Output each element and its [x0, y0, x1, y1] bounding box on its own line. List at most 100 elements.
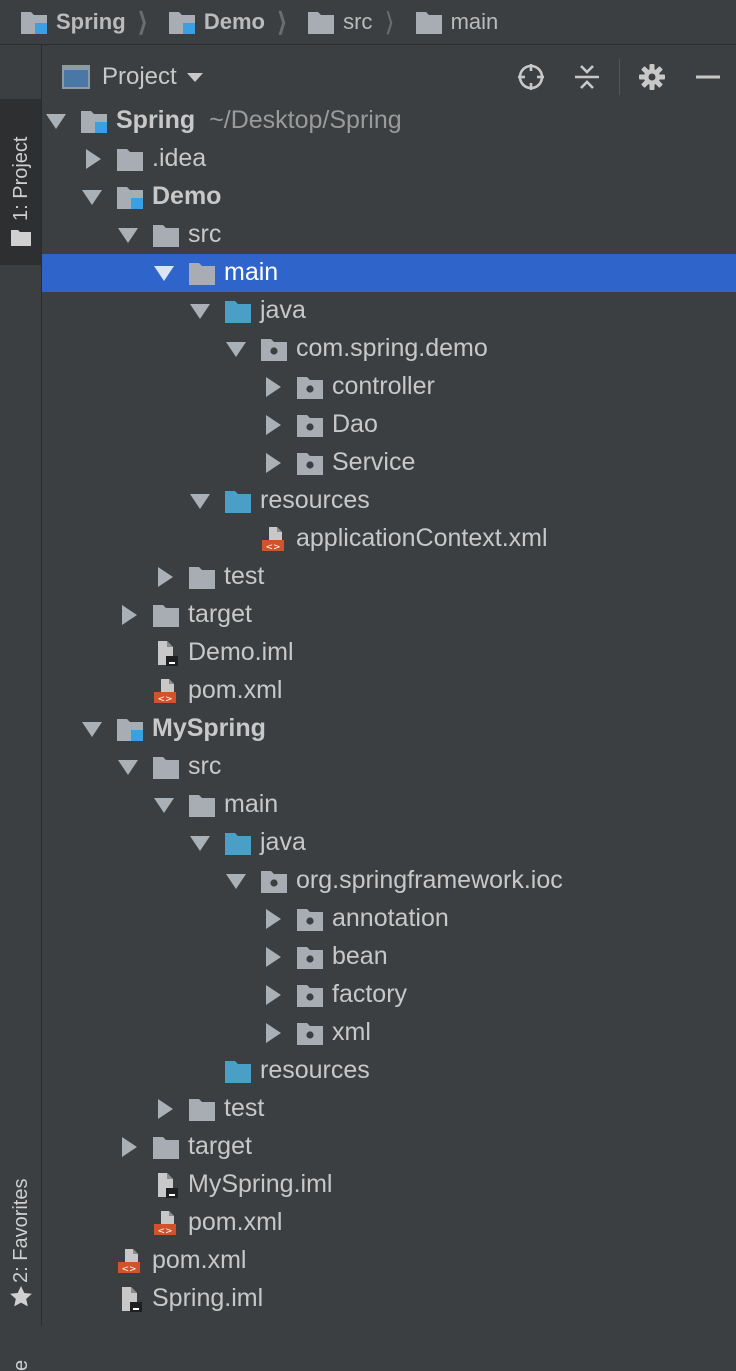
collapse-arrow-icon[interactable]: [266, 1023, 281, 1043]
tree-node[interactable]: annotation: [42, 900, 736, 938]
tree-node[interactable]: <> pom.xml: [42, 1204, 736, 1242]
expand-arrow-icon[interactable]: [154, 798, 174, 813]
breadcrumb-item-spring[interactable]: Spring ⟩: [0, 0, 148, 44]
tree-node[interactable]: Demo.iml: [42, 634, 736, 672]
project-tool-tab[interactable]: 1: Project: [0, 99, 41, 265]
tree-node[interactable]: Demo: [42, 178, 736, 216]
collapse-arrow-icon[interactable]: [266, 947, 281, 967]
package-icon: [297, 909, 323, 931]
tree-node-label: Demo.iml: [188, 638, 294, 666]
tree-node[interactable]: <> pom.xml: [42, 672, 736, 710]
toolbar-divider: [619, 59, 620, 95]
breadcrumb-item-main[interactable]: main: [395, 0, 498, 44]
collapse-arrow-icon[interactable]: [122, 605, 137, 625]
iml-file-icon: [158, 1173, 178, 1198]
tree-node[interactable]: bean: [42, 938, 736, 976]
xml-file-icon: <>: [154, 679, 176, 704]
tree-node[interactable]: controller: [42, 368, 736, 406]
hide-icon[interactable]: [693, 62, 723, 92]
expand-arrow-icon[interactable]: [118, 228, 138, 243]
tree-node[interactable]: java: [42, 824, 736, 862]
tree-node-label: target: [188, 600, 252, 628]
source-folder-icon: [225, 301, 251, 323]
tree-node-label: pom.xml: [188, 1208, 283, 1236]
tree-node[interactable]: main: [42, 254, 736, 292]
structure-tab-label[interactable]: e: [10, 1360, 33, 1371]
locate-icon[interactable]: [516, 62, 546, 92]
tree-node-label: resources: [260, 486, 370, 514]
tree-node[interactable]: main: [42, 786, 736, 824]
tree-node[interactable]: java: [42, 292, 736, 330]
collapse-arrow-icon[interactable]: [122, 1137, 137, 1157]
folder-icon: [189, 567, 215, 589]
gear-icon[interactable]: [637, 62, 667, 92]
tree-node-label: applicationContext.xml: [296, 524, 548, 552]
collapse-arrow-icon[interactable]: [158, 567, 173, 587]
folder-icon: [308, 12, 335, 34]
tree-node[interactable]: src: [42, 216, 736, 254]
collapse-arrow-icon[interactable]: [266, 985, 281, 1005]
collapse-arrow-icon[interactable]: [266, 453, 281, 473]
tree-node[interactable]: factory: [42, 976, 736, 1014]
tree-node[interactable]: Service: [42, 444, 736, 482]
expand-arrow-icon[interactable]: [226, 874, 246, 889]
project-view-icon: [62, 65, 90, 89]
tree-node[interactable]: MySpring.iml: [42, 1166, 736, 1204]
xml-file-icon: <>: [262, 527, 284, 552]
collapse-arrow-icon[interactable]: [266, 377, 281, 397]
expand-arrow-icon[interactable]: [226, 342, 246, 357]
tree-node[interactable]: target: [42, 1128, 736, 1166]
package-icon: [261, 871, 287, 893]
tree-node[interactable]: resources: [42, 482, 736, 520]
expand-arrow-icon[interactable]: [190, 304, 210, 319]
iml-file-icon: [122, 1287, 142, 1312]
expand-arrow-icon[interactable]: [82, 190, 102, 205]
tree-node[interactable]: resources: [42, 1052, 736, 1090]
tree-node[interactable]: target: [42, 596, 736, 634]
expand-arrow-icon[interactable]: [190, 836, 210, 851]
package-icon: [297, 377, 323, 399]
tree-node[interactable]: org.springframework.ioc: [42, 862, 736, 900]
tree-node-label: xml: [332, 1018, 371, 1046]
tree-node[interactable]: src: [42, 748, 736, 786]
tree-node[interactable]: <> pom.xml: [42, 1242, 736, 1280]
breadcrumb-label: Spring: [56, 9, 126, 34]
chevron-right-icon: ⟩: [137, 7, 148, 37]
breadcrumb-item-src[interactable]: src ⟩: [287, 0, 395, 44]
expand-arrow-icon[interactable]: [46, 114, 66, 129]
collapse-arrow-icon[interactable]: [158, 1099, 173, 1119]
tree-node[interactable]: com.spring.demo: [42, 330, 736, 368]
tree-node[interactable]: test: [42, 1090, 736, 1128]
expand-arrow-icon[interactable]: [82, 722, 102, 737]
tree-node[interactable]: <> applicationContext.xml: [42, 520, 736, 558]
chevron-down-icon[interactable]: [186, 72, 203, 82]
view-selector-label[interactable]: Project: [102, 63, 177, 91]
tree-node[interactable]: test: [42, 558, 736, 596]
tree-node[interactable]: Spring.iml: [42, 1280, 736, 1318]
tree-node-label: main: [224, 258, 279, 286]
xml-file-icon: <>: [154, 1211, 176, 1236]
tree-node[interactable]: .idea: [42, 140, 736, 178]
expand-arrow-icon[interactable]: [154, 266, 174, 281]
folder-icon: [153, 225, 179, 247]
module-path: ~/Desktop/Spring: [209, 106, 402, 134]
collapse-all-icon[interactable]: [572, 62, 602, 92]
svg-text:<>: <>: [121, 1265, 136, 1275]
collapse-arrow-icon[interactable]: [86, 149, 101, 169]
collapse-arrow-icon[interactable]: [266, 415, 281, 435]
tree-node[interactable]: Spring ~/Desktop/Spring: [42, 102, 736, 140]
folder-icon: [189, 795, 215, 817]
collapse-arrow-icon[interactable]: [266, 909, 281, 929]
tree-node-label: .idea: [152, 144, 207, 172]
tree-node[interactable]: MySpring: [42, 710, 736, 748]
breadcrumb-item-demo[interactable]: Demo ⟩: [148, 0, 287, 44]
favorites-tab-label[interactable]: 2: Favorites: [10, 1179, 33, 1283]
tree-node-label: Spring ~/Desktop/Spring: [116, 106, 402, 134]
tree-node-label: com.spring.demo: [296, 334, 488, 362]
expand-arrow-icon[interactable]: [118, 760, 138, 775]
folder-icon: [415, 12, 442, 34]
tree-node[interactable]: Dao: [42, 406, 736, 444]
tree-node-label: java: [260, 828, 306, 856]
tree-node[interactable]: xml: [42, 1014, 736, 1052]
expand-arrow-icon[interactable]: [190, 494, 210, 509]
